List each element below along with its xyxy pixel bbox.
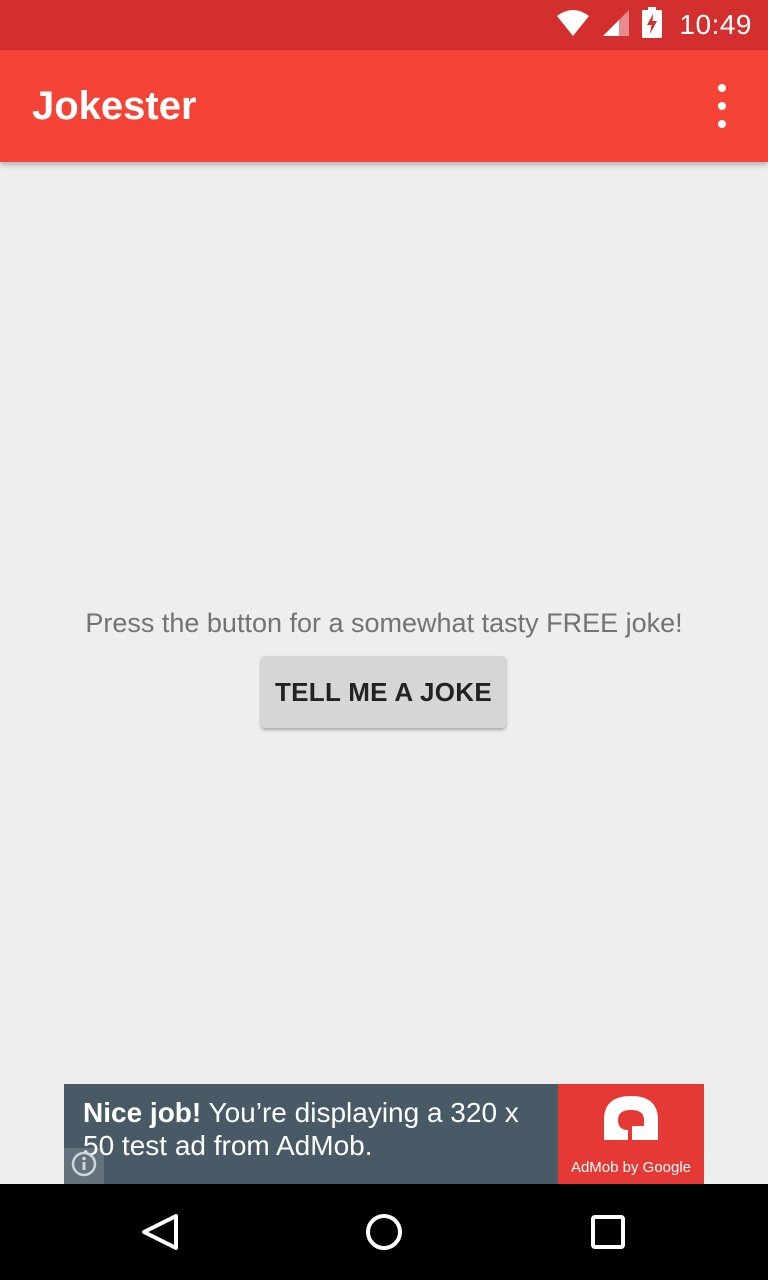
status-bar: 10:49 — [0, 0, 768, 50]
back-button[interactable] — [132, 1204, 188, 1260]
ad-headline: Nice job! — [83, 1097, 202, 1128]
more-vert-icon-dot — [718, 120, 726, 128]
recents-button[interactable] — [580, 1204, 636, 1260]
screen: 10:49 Jokester Press the button for a so… — [0, 0, 768, 1280]
navigation-bar — [0, 1184, 768, 1280]
back-icon — [132, 1214, 188, 1264]
tell-joke-button[interactable]: TELL ME A JOKE — [261, 656, 506, 728]
ad-text: Nice job! You’re displaying a 320 x 50 t… — [83, 1096, 553, 1162]
more-options-button[interactable] — [698, 84, 746, 128]
app-bar: Jokester — [0, 50, 768, 162]
wifi-icon — [555, 8, 591, 43]
admob-caption: AdMob by Google — [570, 1159, 692, 1176]
ad-info-button[interactable] — [64, 1148, 104, 1184]
home-button[interactable] — [356, 1204, 412, 1260]
home-icon — [356, 1214, 412, 1264]
battery-charging-icon — [641, 6, 663, 44]
more-vert-icon — [718, 84, 726, 92]
joke-prompt: Press the button for a somewhat tasty FR… — [85, 608, 683, 638]
admob-logo-box: AdMob by Google — [558, 1084, 704, 1184]
cellular-signal-icon — [601, 8, 631, 43]
app-title: Jokester — [32, 84, 197, 128]
recents-icon — [580, 1215, 636, 1264]
more-vert-icon-dot — [718, 102, 726, 110]
ad-banner[interactable]: Nice job! You’re displaying a 320 x 50 t… — [64, 1084, 704, 1184]
main-content: Press the button for a somewhat tasty FR… — [0, 162, 768, 1084]
info-icon — [71, 1151, 97, 1182]
status-icons: 10:49 — [555, 0, 752, 50]
status-time: 10:49 — [679, 9, 752, 40]
